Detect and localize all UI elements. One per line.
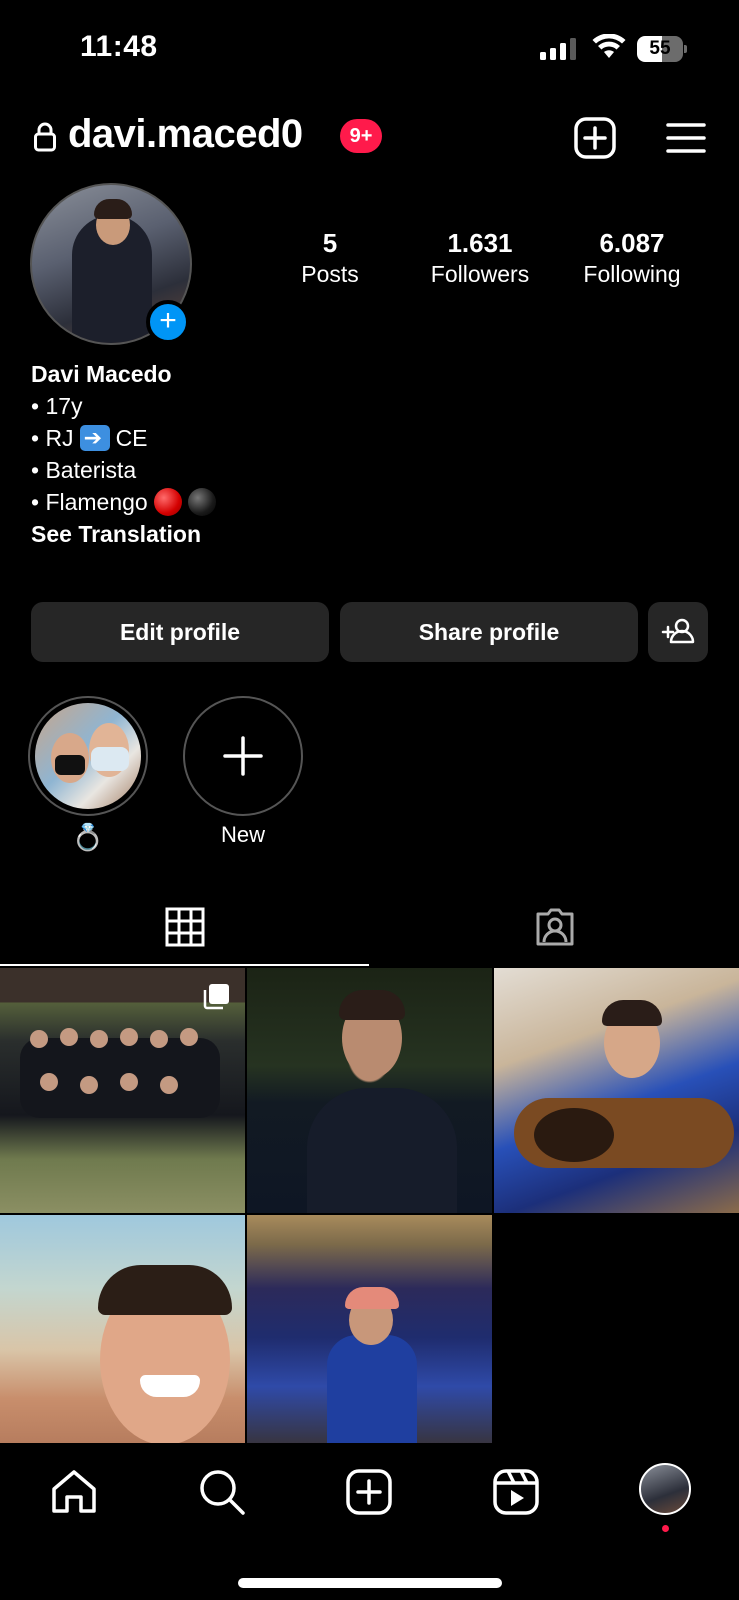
battery-level: 55 <box>649 38 671 59</box>
profile-avatar-section: + <box>30 183 192 345</box>
tab-tagged[interactable] <box>370 888 739 966</box>
see-translation-link[interactable]: See Translation <box>31 518 531 550</box>
stat-value: 1.631 <box>447 228 513 258</box>
create-post-icon[interactable] <box>574 117 616 159</box>
stat-posts[interactable]: 5 Posts <box>270 228 390 288</box>
notification-badge[interactable]: 9+ <box>340 119 382 153</box>
display-name: Davi Macedo <box>31 361 172 387</box>
stat-label: Following <box>583 261 681 287</box>
lock-icon <box>34 122 56 152</box>
post-thumbnail[interactable] <box>0 1215 245 1460</box>
share-profile-button[interactable]: Share profile <box>340 602 638 662</box>
stat-value: 6.087 <box>599 228 665 258</box>
highlight-label: 💍 <box>71 822 105 852</box>
bio-line-team: • Flamengo <box>31 486 531 518</box>
home-indicator[interactable] <box>238 1578 502 1588</box>
status-time: 11:48 <box>80 30 158 63</box>
status-bar: 11:48 55 <box>0 0 739 100</box>
profile-bio: Davi Macedo • 17y • RJ CE • Baterista • … <box>31 358 531 550</box>
post-thumbnail[interactable] <box>247 968 492 1213</box>
discover-people-button[interactable] <box>648 602 708 662</box>
menu-icon[interactable] <box>666 121 706 155</box>
bio-location-from: • RJ <box>31 425 74 451</box>
edit-profile-button[interactable]: Edit profile <box>31 602 329 662</box>
grid-icon <box>165 907 204 947</box>
highlight-label: New <box>220 822 265 847</box>
profile-avatar-tab[interactable] <box>639 1463 691 1515</box>
stat-value: 5 <box>322 228 338 258</box>
wifi-icon <box>592 34 626 58</box>
new-highlight-button[interactable]: New <box>182 696 304 848</box>
search-icon[interactable] <box>197 1467 247 1517</box>
tab-posts-grid[interactable] <box>0 888 369 966</box>
bio-location-to: CE <box>115 425 148 451</box>
notification-dot <box>662 1525 669 1532</box>
username-switcher[interactable]: davi.maced0 <box>68 112 303 157</box>
stat-label: Followers <box>430 261 530 287</box>
post-thumbnail[interactable] <box>0 968 245 1213</box>
profile-header: davi.maced0 9+ <box>0 105 739 175</box>
bio-line-role: • Baterista <box>31 457 137 483</box>
active-tab-indicator <box>0 964 369 966</box>
create-icon[interactable] <box>344 1467 394 1517</box>
red-circle-icon <box>153 488 182 516</box>
black-circle-icon <box>187 488 216 516</box>
home-icon[interactable] <box>49 1467 99 1517</box>
highlight-cover <box>28 696 148 816</box>
stat-label: Posts <box>301 261 359 287</box>
new-highlight-circle <box>183 696 303 816</box>
post-thumbnail[interactable] <box>247 1215 492 1460</box>
carousel-icon <box>203 984 229 1010</box>
posts-grid <box>0 968 739 1460</box>
reels-icon[interactable] <box>491 1467 541 1517</box>
stat-following[interactable]: 6.087 Following <box>562 228 702 288</box>
stat-followers[interactable]: 1.631 Followers <box>410 228 550 288</box>
bio-line-location: • RJ CE <box>31 422 531 454</box>
bio-team-text: • Flamengo <box>31 489 148 515</box>
highlight-item[interactable]: 💍 <box>27 696 149 853</box>
bottom-navigation <box>0 1443 739 1600</box>
profile-tabs <box>0 888 739 968</box>
story-highlights: 💍 New <box>0 696 739 856</box>
add-person-icon <box>661 618 695 644</box>
battery-icon: 55 <box>637 36 687 62</box>
bio-line-age: • 17y <box>31 393 83 419</box>
right-arrow-icon <box>79 422 110 454</box>
signal-icon <box>540 38 576 60</box>
add-story-button[interactable]: + <box>146 300 190 344</box>
profile-stats: 5 Posts 1.631 Followers 6.087 Following <box>270 228 710 298</box>
post-thumbnail[interactable] <box>494 968 739 1213</box>
plus-icon <box>223 736 263 776</box>
profile-actions: Edit profile Share profile <box>31 602 709 662</box>
tagged-person-icon <box>536 908 573 946</box>
